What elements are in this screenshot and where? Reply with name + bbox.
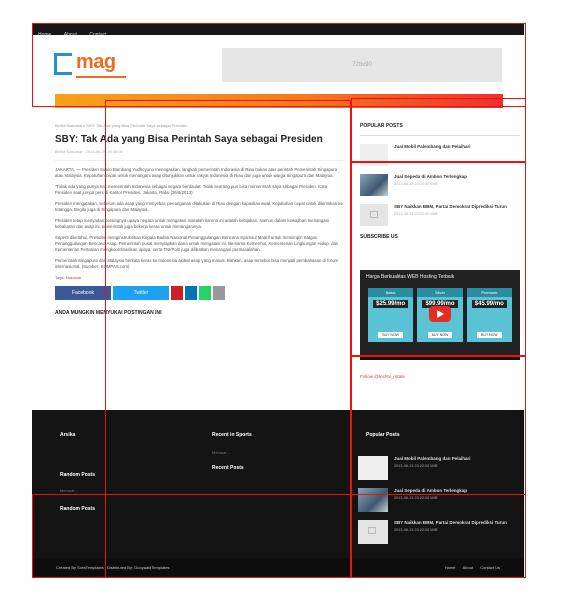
whatsapp-share-button[interactable] bbox=[199, 286, 211, 300]
popular-post[interactable]: Jual Mobil Palembang dan Pelaihari bbox=[360, 144, 520, 166]
footer-loading-text: Memuat… bbox=[60, 488, 79, 493]
footer-popular-post[interactable]: SBY Naikkan BBM, Partai Demokrat Dipredi… bbox=[358, 520, 507, 544]
post-date: 2013-06-13 23:22:00 WIB bbox=[394, 528, 438, 532]
email-share-button[interactable] bbox=[213, 286, 225, 300]
footer-col1-title: Arsika bbox=[60, 432, 76, 438]
paragraph: Presiden mengatakan, sebelum ada asap ya… bbox=[55, 201, 343, 212]
bottom-link-contact[interactable]: Contact Us bbox=[480, 565, 500, 570]
video-controls-bar[interactable] bbox=[360, 355, 520, 360]
play-icon[interactable] bbox=[429, 306, 451, 322]
footer-popular-post[interactable]: Jual Sepeda di Ambon Terlengkap 2013-06-… bbox=[358, 488, 467, 512]
bottom-link-about[interactable]: About bbox=[463, 565, 473, 570]
plan-name: Basic bbox=[368, 288, 414, 297]
post-thumbnail[interactable] bbox=[358, 488, 388, 512]
bottom-links: Home About Contact Us bbox=[439, 565, 500, 570]
plan-button: BUY NOW bbox=[378, 332, 403, 338]
credit-text[interactable]: Created By SoraTemplates | Distributed B… bbox=[56, 565, 170, 570]
header-ad-banner[interactable]: 728x90 bbox=[222, 48, 502, 82]
footer-random-posts-title: Random Posts bbox=[60, 472, 96, 478]
bottom-link-home[interactable]: Home bbox=[445, 565, 456, 570]
paragraph: Seperti diketahui, Presiden menginstruks… bbox=[55, 235, 339, 252]
post-date: 2013-06-13 23:22:00 WIB bbox=[394, 496, 438, 500]
post-title[interactable]: Jual Mobil Palembang dan Pelaihari bbox=[394, 144, 471, 150]
article-meta: Berita Nasional · 2013-06-26 09:16:00 bbox=[55, 149, 123, 154]
post-title[interactable]: SBY Naikkan BBM, Partai Demokrat Dipredi… bbox=[394, 204, 507, 210]
paragraph: Pemerintah Singapura dan Malaysia berkat… bbox=[55, 258, 339, 269]
post-thumbnail[interactable] bbox=[358, 456, 388, 480]
pinterest-share-button[interactable] bbox=[171, 286, 183, 300]
paragraph: JAKARTA, — Presiden Susilo Bambang Yudho… bbox=[55, 167, 338, 178]
popular-post[interactable]: Jual Sepeda di Ambon Terlengkap 2013-06-… bbox=[360, 174, 520, 196]
post-title[interactable]: SBY Naikkan BBM, Partai Demokrat Dipredi… bbox=[394, 520, 507, 526]
plan-card: Basic $25.99/mo BUY NOW bbox=[368, 288, 414, 342]
tag-link[interactable]: Nasional bbox=[66, 275, 82, 280]
content-area: Berita Nasional ▸ SBY: Tak Ada yang Bisa… bbox=[32, 108, 524, 410]
facebook-share-button[interactable]: Facebook bbox=[55, 286, 111, 300]
footer-popular-post[interactable]: Jual Mobil Palembang dan Pelaihari 2013-… bbox=[358, 456, 471, 480]
main-menu-bar bbox=[55, 94, 503, 108]
video-embed[interactable]: Harga Berkualitas WEB Hosting Terbaik Ba… bbox=[360, 270, 520, 360]
image-placeholder-icon[interactable] bbox=[360, 204, 388, 226]
tags-label: Tags: bbox=[55, 275, 65, 280]
logo-underline bbox=[76, 76, 126, 78]
share-buttons: Facebook Twitter bbox=[55, 286, 345, 300]
post-thumbnail[interactable] bbox=[360, 174, 388, 196]
twitter-share-button[interactable]: Twitter bbox=[113, 286, 169, 300]
plan-price: $25.99/mo bbox=[373, 300, 409, 308]
post-thumbnail[interactable] bbox=[360, 144, 388, 166]
plan-name: Silver bbox=[417, 288, 463, 297]
sidebar: POPULAR POSTS Jual Mobil Palembang dan P… bbox=[360, 123, 520, 246]
logo-mark-icon bbox=[54, 53, 72, 75]
plan-button: BUY NOW bbox=[476, 332, 502, 338]
plan-name: Premium bbox=[466, 288, 512, 297]
linkedin-share-button[interactable] bbox=[185, 286, 197, 300]
article: Berita Nasional ▸ SBY: Tak Ada yang Bisa… bbox=[55, 123, 345, 316]
post-date: 2013-06-13 23:22:00 WIB bbox=[394, 464, 438, 468]
footer-popular-posts-title: Popular Posts bbox=[366, 432, 400, 438]
plan-price: $45.99/mo bbox=[471, 300, 507, 308]
popular-post[interactable]: SBY Naikkan BBM, Partai Demokrat Dipredi… bbox=[360, 204, 520, 226]
footer-loading-text: Memuat… bbox=[212, 450, 231, 455]
related-posts-title: ANDA MUNGKIN MENYUKAI POSTINGAN INI bbox=[55, 310, 162, 316]
popular-posts-title: POPULAR POSTS bbox=[360, 123, 520, 136]
plan-button: BUY NOW bbox=[427, 332, 453, 338]
footer-random-posts-title-2: Random Posts bbox=[60, 506, 96, 512]
article-title: SBY: Tak Ada yang Bisa Perintah Saya seb… bbox=[55, 134, 323, 145]
post-date: 2013-06-13 23:22:00 WIB bbox=[394, 182, 438, 186]
footer-recent-posts-title: Recent Posts bbox=[212, 465, 244, 471]
plan-card: Premium $45.99/mo BUY NOW bbox=[466, 288, 512, 342]
post-title[interactable]: Jual Mobil Palembang dan Pelaihari bbox=[394, 456, 471, 462]
paragraph: "Tidak ada yang punya hak memerintah Ind… bbox=[55, 184, 328, 195]
footer-recent-sports-title: Recent in Sports bbox=[212, 432, 252, 438]
paragraph: Presiden tetap menyadari pentingnya upay… bbox=[55, 218, 329, 229]
breadcrumb[interactable]: Berita Nasional ▸ SBY: Tak Ada yang Bisa… bbox=[55, 123, 345, 128]
video-title[interactable]: Harga Berkualitas WEB Hosting Terbaik bbox=[366, 274, 454, 280]
top-nav: Home About Contact bbox=[32, 23, 524, 38]
post-title[interactable]: Jual Sepeda di Ambon Terlengkap bbox=[394, 488, 467, 494]
image-placeholder-icon[interactable] bbox=[358, 520, 388, 544]
tags-row: Tags: Nasional bbox=[55, 275, 345, 280]
bottom-bar: Created By SoraTemplates | Distributed B… bbox=[32, 558, 524, 578]
subscribe-title: SUBSCRIBE US bbox=[360, 234, 398, 240]
site-logo[interactable]: mag bbox=[54, 51, 134, 81]
logo-text: mag bbox=[76, 51, 116, 73]
divider bbox=[55, 160, 345, 161]
footer: Arsika Random Posts Memuat… Random Posts… bbox=[32, 410, 524, 558]
follow-link[interactable]: Follow @techtv_rotate bbox=[360, 374, 405, 379]
post-date: 2013-06-13 23:22:00 WIB bbox=[394, 212, 438, 216]
post-title[interactable]: Jual Sepeda di Ambon Terlengkap bbox=[394, 174, 467, 180]
